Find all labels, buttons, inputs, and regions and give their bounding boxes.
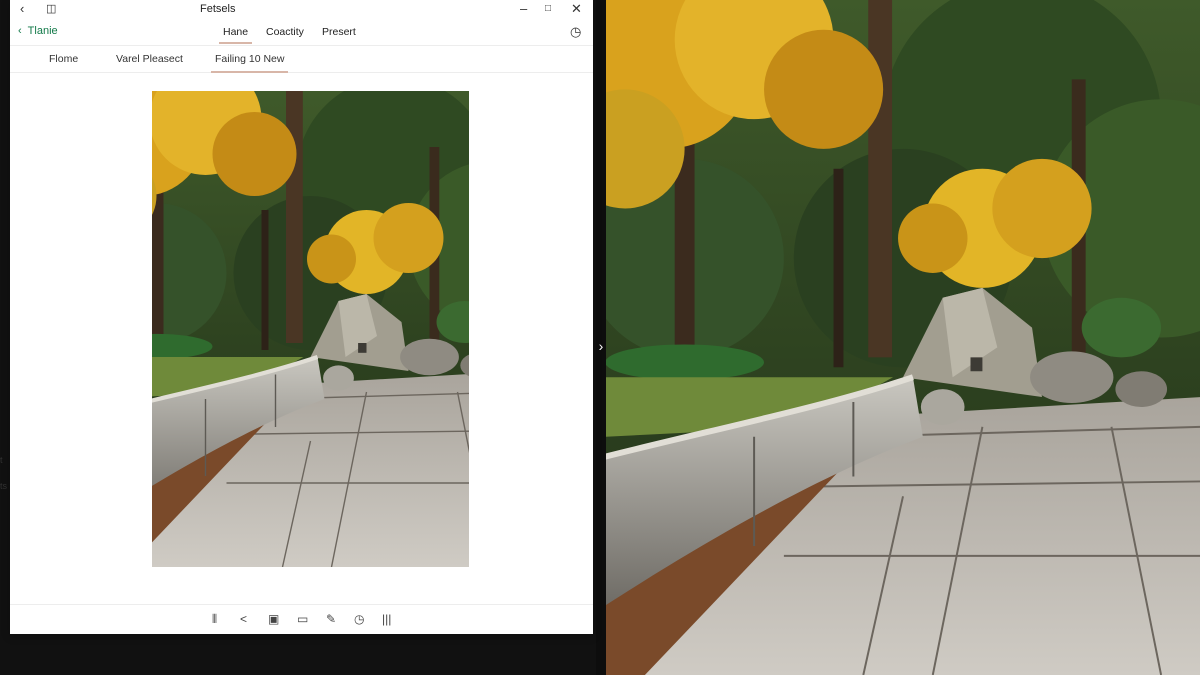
bottom-toolbar: ⫴ < ▣ ▭ ✎ ◷ ||| — [10, 604, 593, 635]
back-link-label: Tlanie — [27, 25, 58, 37]
minimize-icon[interactable]: – — [520, 1, 527, 17]
maximize-icon[interactable]: □ — [545, 1, 551, 17]
chevron-left-icon: ‹ — [18, 25, 22, 37]
back-link[interactable]: ‹ Tlanie — [18, 25, 58, 37]
window-title: Fetsels — [200, 3, 236, 15]
tab-home[interactable]: Hane — [218, 26, 253, 44]
sub-nav: Flome Varel Pleasect Failing 10 New — [10, 45, 593, 73]
subtab-varel-pleasect[interactable]: Varel Pleasect — [116, 53, 183, 65]
menu-icon[interactable]: ||| — [382, 612, 391, 626]
preview-image[interactable] — [152, 91, 469, 567]
history-icon[interactable]: ◷ — [354, 612, 364, 626]
copy-icon[interactable]: ▭ — [297, 612, 308, 626]
clock-icon[interactable]: ◷ — [570, 24, 581, 40]
columns-icon[interactable]: ⫴ — [212, 612, 217, 626]
back-arrow-icon[interactable]: ‹ — [20, 1, 24, 17]
nav-bar: ‹ Tlanie Hane Coactity Presert ◷ — [10, 20, 593, 44]
background-photo — [606, 0, 1200, 675]
tab-presert[interactable]: Presert — [322, 26, 356, 38]
edit-icon[interactable]: ✎ — [326, 612, 336, 626]
background-photo-strip — [0, 630, 600, 675]
title-bar: ‹ ◫ Fetsels – □ ✕ — [10, 0, 593, 18]
subtab-flome[interactable]: Flome — [49, 53, 78, 65]
panel-icon[interactable]: ◫ — [46, 1, 56, 17]
margin-mark: t — [0, 455, 3, 465]
share-icon[interactable]: < — [240, 612, 247, 626]
app-window: ‹ ◫ Fetsels – □ ✕ ‹ Tlanie Hane Coactity … — [10, 0, 593, 634]
frame-icon[interactable]: ▣ — [268, 612, 279, 626]
close-icon[interactable]: ✕ — [571, 1, 582, 17]
subtab-failing-10-new[interactable]: Failing 10 New — [210, 53, 289, 73]
tab-coactity[interactable]: Coactity — [266, 26, 304, 38]
chevron-right-icon[interactable]: › — [596, 336, 606, 356]
margin-mark: ts — [0, 481, 8, 491]
